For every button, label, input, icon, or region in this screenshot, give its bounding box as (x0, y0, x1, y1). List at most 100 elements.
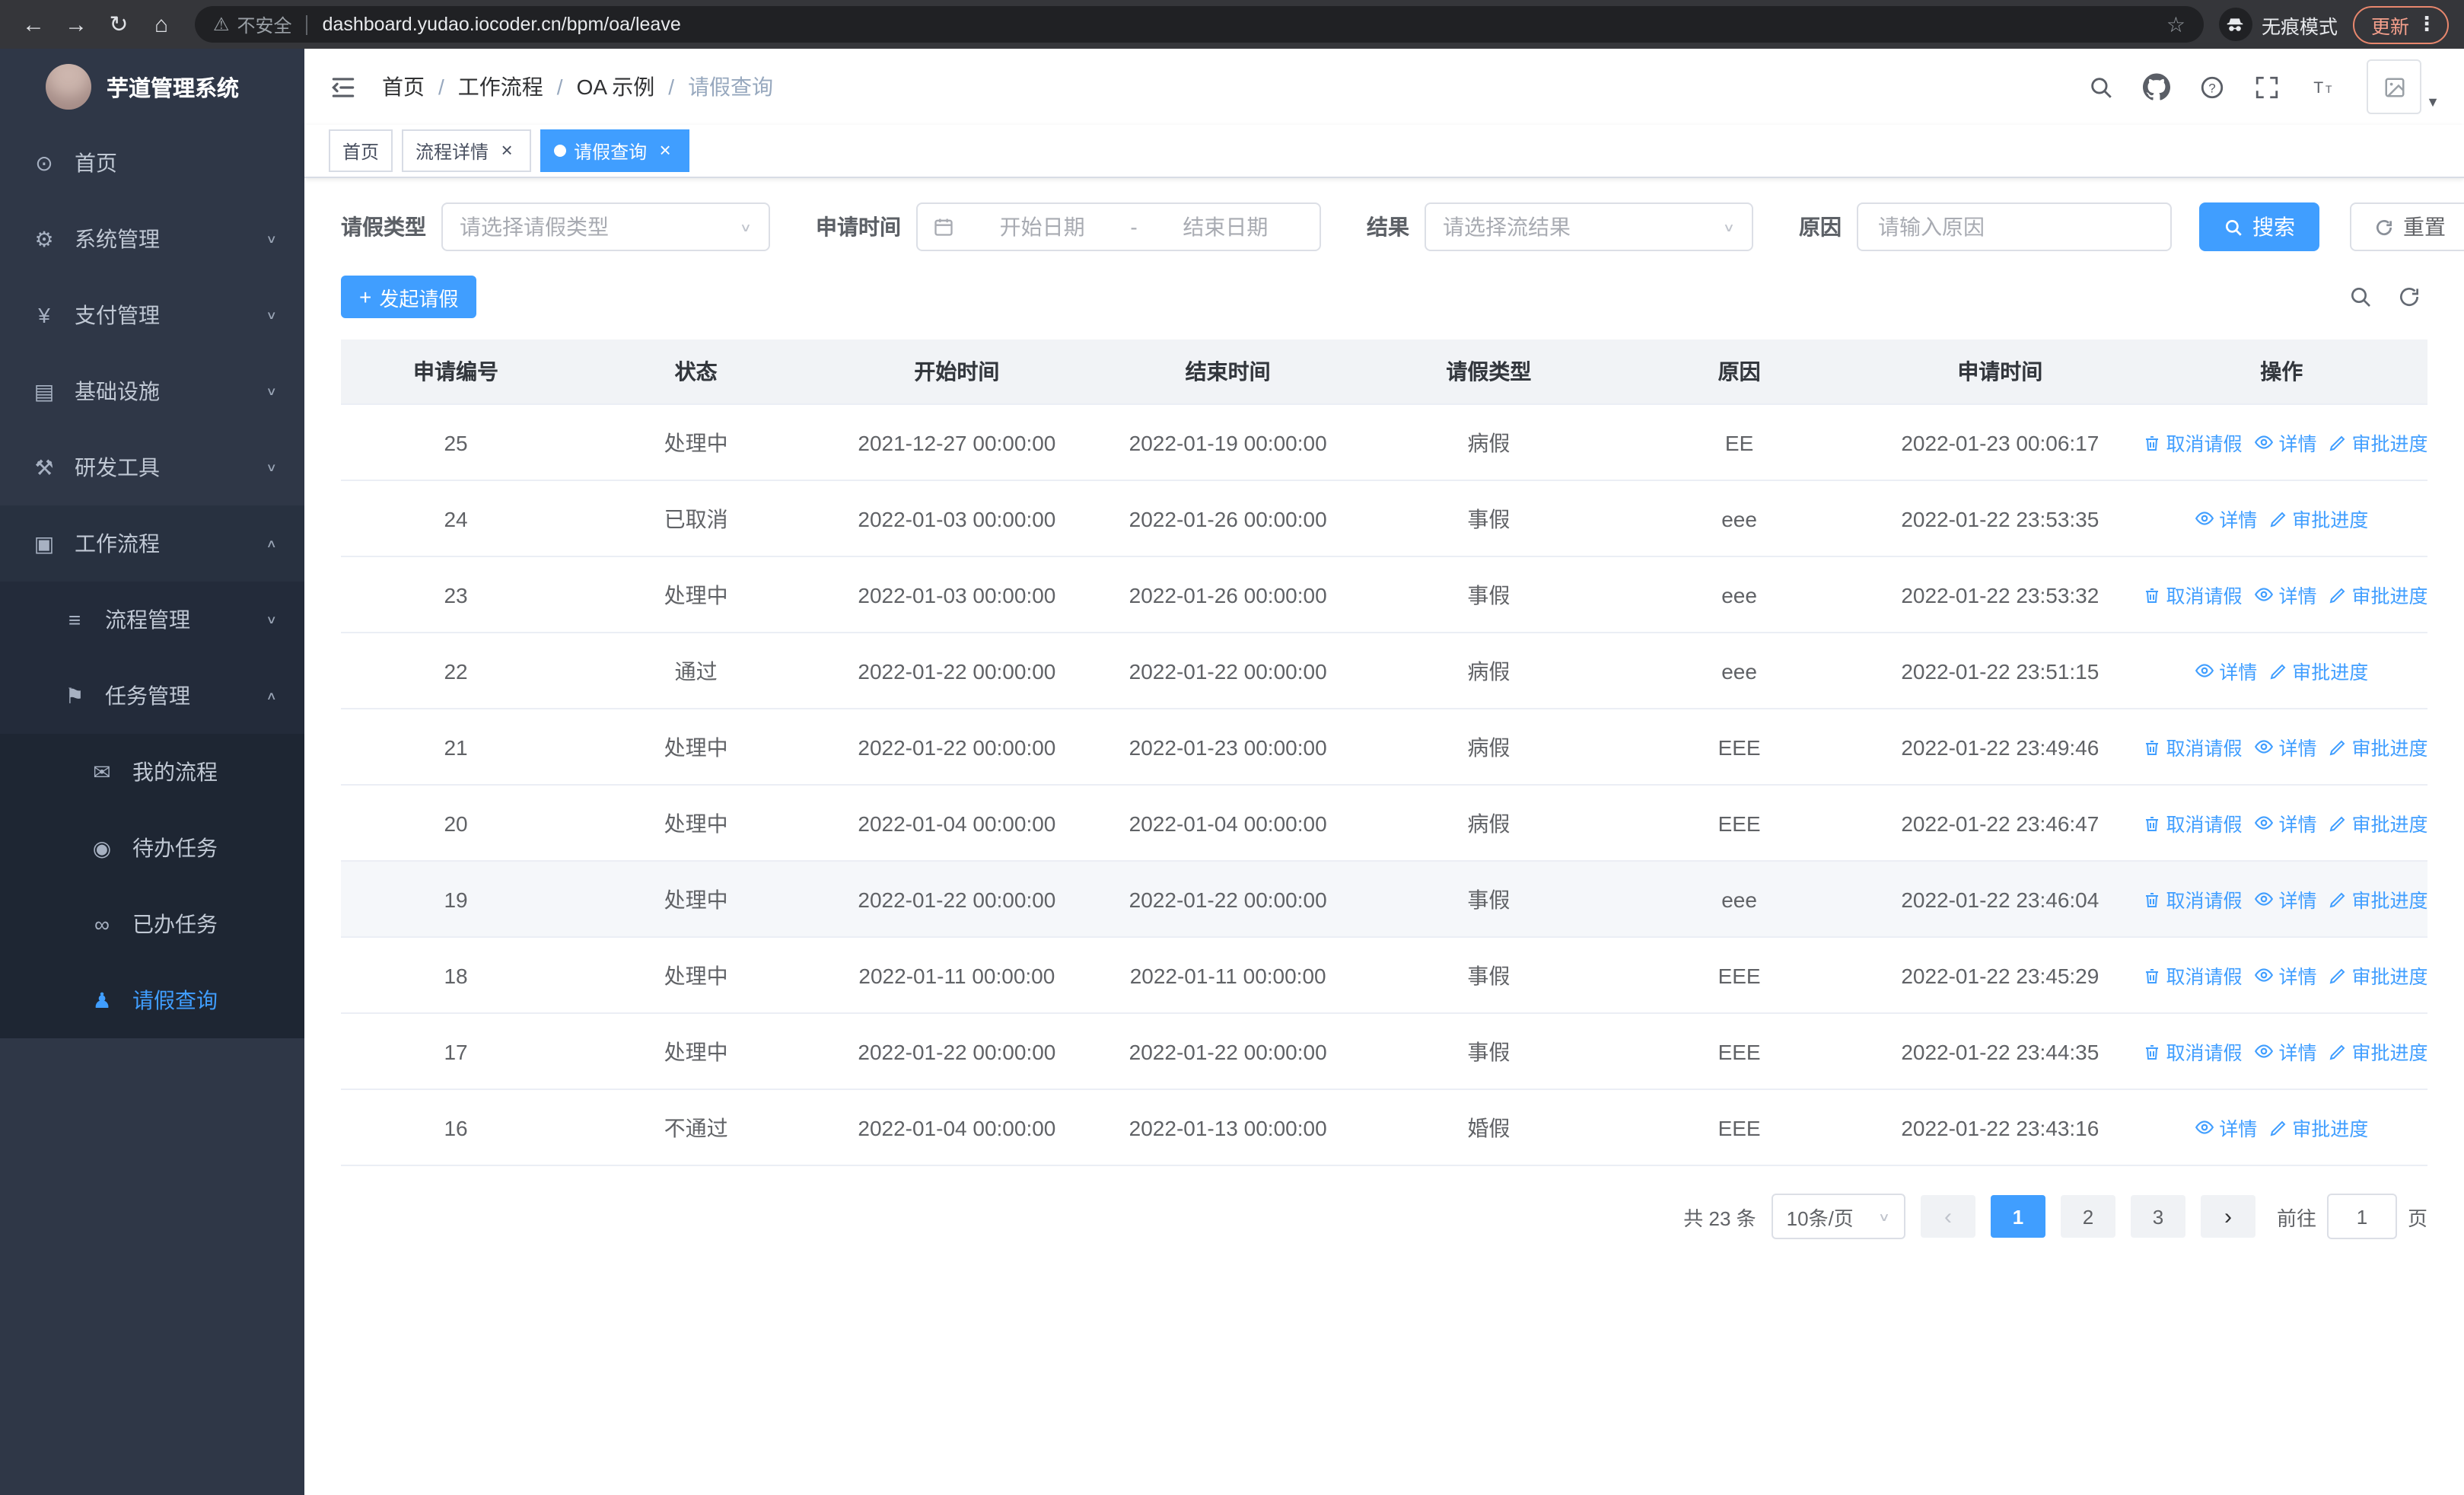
page-size-value: 10条/页 (1786, 1207, 1854, 1229)
sidebar-item-workflow[interactable]: ▣ 工作流程 ∧ (0, 505, 304, 582)
action-detail[interactable]: 详情 (2195, 1113, 2257, 1142)
action-approval-progress[interactable]: 审批进度 (2329, 581, 2428, 610)
toggle-search-icon[interactable] (2348, 285, 2373, 309)
breadcrumb-item[interactable]: 首页 (382, 72, 425, 102)
reload-button[interactable]: ↻ (100, 6, 137, 43)
user-avatar[interactable]: ▼ (2367, 59, 2440, 114)
help-icon[interactable]: ? (2199, 74, 2225, 100)
table-header-row: 申请编号 状态 开始时间 结束时间 请假类型 原因 申请时间 操作 (341, 339, 2427, 405)
action-approval-progress[interactable]: 审批进度 (2329, 885, 2428, 914)
action-detail[interactable]: 详情 (2195, 656, 2257, 685)
github-icon[interactable] (2143, 73, 2171, 100)
sidebar-item-done-task[interactable]: ∞ 已办任务 (0, 886, 304, 962)
close-icon[interactable]: × (654, 139, 676, 161)
tab-请假查询[interactable]: 请假查询 × (540, 129, 690, 172)
sidebar-item-home[interactable]: ⊙ 首页 (0, 125, 304, 201)
sidebar-item-payment[interactable]: ¥ 支付管理 ∨ (0, 277, 304, 353)
result-select[interactable]: 请选择流结果 ∨ (1425, 202, 1753, 251)
sidebar-item-task-mgmt[interactable]: ⚑ 任务管理 ∧ (0, 658, 304, 734)
sidebar-item-dev-tools[interactable]: ⚒ 研发工具 ∨ (0, 429, 304, 505)
goto-page-input[interactable] (2326, 1194, 2397, 1239)
calendar-icon (933, 216, 954, 237)
action-approval-progress[interactable]: 审批进度 (2269, 657, 2368, 686)
action-detail[interactable]: 详情 (2255, 885, 2317, 913)
bookmark-star-icon[interactable]: ☆ (2166, 11, 2185, 37)
result-label: 结果 (1367, 215, 1409, 239)
tab-首页[interactable]: 首页 (329, 129, 393, 172)
action-detail[interactable]: 详情 (2255, 428, 2317, 457)
reason-input[interactable] (1875, 213, 2154, 241)
action-label: 取消请假 (2166, 1043, 2243, 1065)
search-button[interactable]: 搜索 (2199, 202, 2319, 251)
font-size-icon[interactable]: TT (2309, 74, 2338, 100)
prev-page-button[interactable]: ‹ (1920, 1195, 1975, 1238)
sidebar-item-todo-task[interactable]: ◉ 待办任务 (0, 810, 304, 886)
eye-icon (2255, 889, 2275, 909)
url-text[interactable]: dashboard.yudao.iocoder.cn/bpm/oa/leave (323, 14, 2166, 35)
action-cancel-leave[interactable]: 取消请假 (2143, 885, 2243, 914)
action-detail[interactable]: 详情 (2195, 504, 2257, 533)
cell-leave-type: 病假 (1363, 785, 1614, 862)
page-button-2[interactable]: 2 (2060, 1195, 2115, 1238)
action-approval-progress[interactable]: 审批进度 (2269, 505, 2368, 534)
page-button-1[interactable]: 1 (1990, 1195, 2045, 1238)
action-detail[interactable]: 详情 (2255, 732, 2317, 761)
breadcrumb-item[interactable]: OA 示例 (577, 72, 655, 102)
action-cancel-leave[interactable]: 取消请假 (2143, 1038, 2243, 1066)
sidebar-item-my-process[interactable]: ✉ 我的流程 (0, 734, 304, 810)
action-approval-progress[interactable]: 审批进度 (2269, 1114, 2368, 1143)
end-date-placeholder[interactable]: 结束日期 (1147, 212, 1304, 242)
apply-time-range-picker[interactable]: 开始日期 - 结束日期 (916, 202, 1321, 251)
create-leave-label: 发起请假 (379, 287, 459, 310)
action-approval-progress[interactable]: 审批进度 (2329, 961, 2428, 990)
update-button[interactable]: 更新 ⋮ (2352, 5, 2449, 43)
action-approval-progress[interactable]: 审批进度 (2329, 733, 2428, 762)
next-page-button[interactable]: › (2200, 1195, 2255, 1238)
leave-type-select[interactable]: 请选择请假类型 ∨ (441, 202, 770, 251)
browser-menu-icon[interactable]: ⋮ (2417, 12, 2437, 37)
action-cancel-leave[interactable]: 取消请假 (2143, 581, 2243, 610)
close-icon[interactable]: × (496, 139, 517, 161)
action-detail[interactable]: 详情 (2255, 1037, 2317, 1066)
action-cancel-leave[interactable]: 取消请假 (2143, 733, 2243, 762)
sidebar-collapse-icon[interactable] (329, 72, 358, 101)
address-bar[interactable]: ⚠ 不安全 dashboard.yudao.iocoder.cn/bpm/oa/… (195, 6, 2204, 43)
breadcrumb-item[interactable]: 工作流程 (458, 72, 543, 102)
create-leave-button[interactable]: + 发起请假 (341, 276, 477, 318)
chevron-down-icon: ∨ (739, 221, 752, 234)
action-cancel-leave[interactable]: 取消请假 (2143, 809, 2243, 838)
sidebar-item-system[interactable]: ⚙ 系统管理 ∨ (0, 201, 304, 277)
action-detail[interactable]: 详情 (2255, 580, 2317, 609)
cell-apply-time: 2022-01-22 23:53:32 (1864, 556, 2136, 633)
action-label: 审批进度 (2351, 586, 2428, 608)
table-row: 19 处理中 2022-01-22 00:00:00 2022-01-22 00:00… (341, 861, 2428, 938)
sidebar-item-process-mgmt[interactable]: ≡ 流程管理 ∨ (0, 582, 304, 658)
action-cancel-leave[interactable]: 取消请假 (2143, 961, 2243, 990)
action-cancel-leave[interactable]: 取消请假 (2143, 429, 2243, 457)
search-icon[interactable] (2088, 74, 2114, 100)
page-size-select[interactable]: 10条/页 ∨ (1771, 1194, 1905, 1239)
action-detail[interactable]: 详情 (2255, 808, 2317, 837)
action-approval-progress[interactable]: 审批进度 (2329, 809, 2428, 838)
page-button-3[interactable]: 3 (2130, 1195, 2185, 1238)
back-button[interactable]: ← (15, 6, 52, 43)
action-detail[interactable]: 详情 (2255, 961, 2317, 990)
table-row: 17 处理中 2022-01-22 00:00:00 2022-01-22 00:00… (341, 1013, 2428, 1090)
action-approval-progress[interactable]: 审批进度 (2329, 429, 2428, 457)
tab-流程详情[interactable]: 流程详情 × (402, 129, 532, 172)
sidebar-item-infrastructure[interactable]: ▤ 基础设施 ∨ (0, 353, 304, 429)
action-approval-progress[interactable]: 审批进度 (2329, 1038, 2428, 1066)
refresh-icon[interactable] (2397, 285, 2421, 309)
reset-button[interactable]: 重置 (2350, 202, 2464, 251)
security-label[interactable]: 不安全 (237, 11, 292, 37)
cell-apply-id: 19 (341, 861, 571, 938)
fullscreen-icon[interactable] (2254, 74, 2280, 100)
sidebar-item-leave-query[interactable]: ♟ 请假查询 (0, 962, 304, 1038)
incognito-label: 无痕模式 (2261, 16, 2338, 37)
start-date-placeholder[interactable]: 开始日期 (963, 212, 1121, 242)
action-label: 详情 (2278, 738, 2317, 760)
cell-status: 处理中 (571, 861, 822, 938)
forward-button[interactable]: → (58, 6, 94, 43)
home-button[interactable]: ⌂ (143, 6, 180, 43)
trash-icon (2143, 814, 2161, 833)
